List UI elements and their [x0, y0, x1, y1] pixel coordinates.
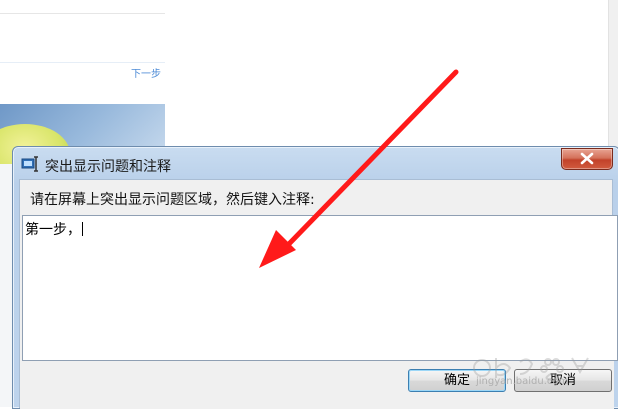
- close-button[interactable]: [561, 148, 613, 170]
- problem-steps-recorder-icon: [21, 156, 38, 172]
- background-divider: [0, 62, 165, 63]
- close-icon: [580, 152, 594, 165]
- watermark-text: jingyan.baidu.com: [476, 376, 569, 387]
- annotation-text: 第一步，: [25, 222, 81, 238]
- instruction-label: 请在屏幕上突出显示问题区域，然后键入注释:: [30, 192, 315, 208]
- background-divider: [0, 13, 165, 14]
- next-step-link[interactable]: 下一步: [131, 65, 161, 80]
- annotation-textarea[interactable]: 第一步，: [22, 215, 618, 361]
- dialog-title: 突出显示问题和注释: [45, 159, 171, 175]
- text-caret: [82, 222, 83, 236]
- title-bar[interactable]: 突出显示问题和注释: [13, 147, 618, 179]
